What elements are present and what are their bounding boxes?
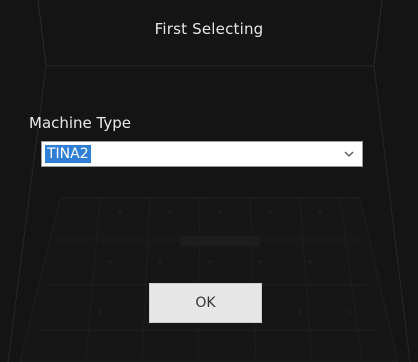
dialog-title: First Selecting: [154, 20, 264, 38]
ok-button[interactable]: OK: [149, 283, 262, 323]
machine-type-label: Machine Type: [29, 114, 132, 132]
bed-logo-mark: [180, 236, 260, 246]
first-selecting-dialog: First Selecting Machine Type TINA2 OK: [0, 0, 418, 362]
machine-type-selected-value: TINA2: [45, 145, 91, 163]
machine-type-select[interactable]: TINA2: [41, 141, 363, 167]
chevron-down-icon: [344, 151, 354, 157]
